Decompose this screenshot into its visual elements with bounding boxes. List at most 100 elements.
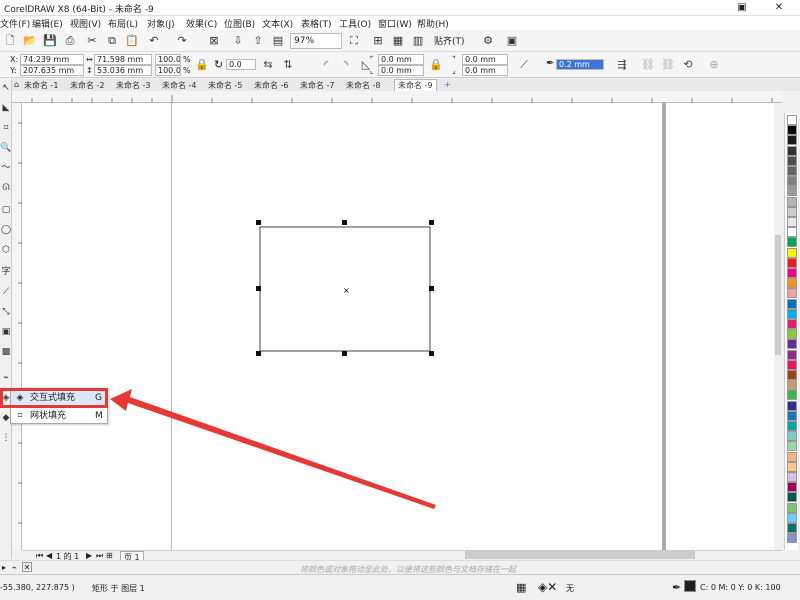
selection-handle-tc[interactable] [342,220,347,225]
palette-swatch[interactable] [787,512,797,523]
menu-bitmaps[interactable]: 位图(B) [224,17,255,30]
add-tab-icon[interactable]: + [444,80,451,89]
ellipse-tool-icon[interactable]: ◯ [0,223,12,237]
prev-page-icon[interactable]: ◀ [46,551,52,560]
palette-swatch[interactable] [787,166,797,176]
palette-swatch[interactable] [787,115,797,125]
palette-swatch[interactable] [787,196,797,207]
menu-effects[interactable]: 效果(C) [186,17,217,30]
mirror-vertical-icon[interactable]: ⇅ [280,57,296,73]
drop-shadow-icon[interactable]: ▣ [0,325,12,339]
menu-table[interactable]: 表格(T) [301,17,332,30]
tab-doc-1[interactable]: 未命名 -1 [24,80,59,91]
selection-handle-bl[interactable] [256,351,261,356]
corner-lock-icon[interactable]: 🔒 [428,57,444,73]
pick-tool-icon[interactable]: ↖ [0,81,12,95]
new-document-icon[interactable]: 🗋 [2,33,18,49]
x-position-field[interactable]: 74.239 mm [20,54,84,65]
search-content-icon[interactable]: ⊠ [206,33,222,49]
polygon-tool-icon[interactable]: ⬡ [0,243,12,257]
rotation-field[interactable]: 0.0 [226,59,256,70]
palette-swatch[interactable] [787,288,797,299]
palette-swatch[interactable] [787,298,797,309]
undo-icon[interactable]: ↶ [146,33,162,49]
palette-swatch[interactable] [787,135,797,146]
tab-doc-3[interactable]: 未命名 -3 [116,80,151,91]
outline-fill-icon[interactable]: ◈✕ [538,580,557,594]
palette-swatch[interactable] [787,308,797,319]
application-launcher-icon[interactable]: ▣ [504,33,520,49]
palette-swatch[interactable] [787,206,797,217]
palette-swatch[interactable] [787,421,797,431]
palette-swatch[interactable] [787,237,797,248]
menu-help[interactable]: 帮助(H) [417,17,449,30]
wrap-text-icon[interactable]: ⇶ [614,57,630,73]
text-tool-icon[interactable]: 字 [0,265,12,279]
scale-y-field[interactable]: 100.0 [155,65,181,76]
vertical-scrollbar-thumb[interactable] [775,235,781,355]
scallop-corner-icon[interactable]: ◝ [338,57,354,73]
tab-doc-5[interactable]: 未命名 -5 [208,80,243,91]
lock-ratio-icon[interactable]: 🔒 [194,57,210,73]
tab-doc-4[interactable]: 未命名 -4 [162,80,197,91]
open-folder-icon[interactable]: 📂 [22,33,38,49]
menu-layout[interactable]: 布局(L) [108,17,138,30]
corner-radius-tr-field[interactable]: 0.0 mm [462,54,508,65]
palette-swatch[interactable] [787,461,797,472]
publish-pdf-icon[interactable]: ▤ [270,33,286,49]
cut-icon[interactable]: ✂ [84,33,100,49]
link-icon[interactable]: ⛓ [640,57,656,73]
palette-swatch[interactable] [787,472,797,482]
tab-doc-9[interactable]: 未命名 -9 [394,79,437,91]
show-guidelines-icon[interactable]: ▥ [410,33,426,49]
horizontal-scrollbar-thumb[interactable] [465,551,695,559]
add-icon[interactable]: ⊕ [706,57,722,73]
snap-to-menu[interactable]: 贴齐(T) [434,34,465,47]
eyedropper-icon[interactable]: ⌁ [0,371,12,385]
tab-doc-2[interactable]: 未命名 -2 [70,80,105,91]
menu-text[interactable]: 文本(X) [262,17,293,30]
menu-edit[interactable]: 编辑(E) [32,17,63,30]
palette-swatch[interactable] [787,359,797,370]
palette-swatch[interactable] [787,400,797,411]
home-icon[interactable]: ⌂ [14,80,19,89]
corner-radius-tl-field[interactable]: 0.0 mm [378,54,424,65]
flyout-item-mesh-fill[interactable]: ⌗ 网状填充 M [11,408,107,424]
selection-handle-tl[interactable] [256,220,261,225]
eyedropper-icon[interactable]: ⌁ [12,563,17,572]
no-color-icon[interactable]: ✕ [22,562,32,572]
menu-view[interactable]: 视图(V) [70,17,101,30]
menu-tools[interactable]: 工具(O) [339,17,371,30]
y-position-field[interactable]: 207.635 mm [20,65,84,76]
round-corner-icon[interactable]: ◜ [318,57,334,73]
selected-rectangle[interactable]: × [250,215,440,360]
palette-swatch[interactable] [787,390,797,401]
connector-tool-icon[interactable]: ⤡ [0,305,12,319]
palette-swatch[interactable] [787,431,797,442]
palette-swatch[interactable] [787,523,797,533]
menu-object[interactable]: 对象(J) [147,17,175,30]
palette-swatch[interactable] [787,145,797,156]
convert-to-curves-icon[interactable]: ⟲ [680,57,696,73]
palette-swatch[interactable] [787,247,797,258]
palette-swatch[interactable] [787,380,797,391]
next-page-icon[interactable]: ▶ [86,551,92,560]
palette-swatch[interactable] [787,155,797,166]
selection-handle-mr[interactable] [429,286,434,291]
palette-swatch[interactable] [787,370,797,380]
transparency-icon[interactable]: ▩ [0,345,12,359]
menu-file[interactable]: 文件(F) [0,17,30,30]
menu-window[interactable]: 窗口(W) [378,17,412,30]
palette-swatch[interactable] [787,227,797,238]
palette-swatch[interactable] [787,441,797,452]
fill-color-icon[interactable]: ▦ [516,581,526,594]
copy-icon[interactable]: ⧉ [104,33,120,49]
crop-tool-icon[interactable]: ⌗ [0,121,12,135]
palette-swatch[interactable] [787,268,797,278]
tab-doc-7[interactable]: 未命名 -7 [300,80,335,91]
palette-swatch[interactable] [787,329,797,340]
add-page-icon[interactable]: ⊞ [106,551,113,560]
corner-radius-br-field[interactable]: 0.0 mm [462,65,508,76]
palette-swatch[interactable] [787,125,797,136]
redo-icon[interactable]: ↷ [174,33,190,49]
